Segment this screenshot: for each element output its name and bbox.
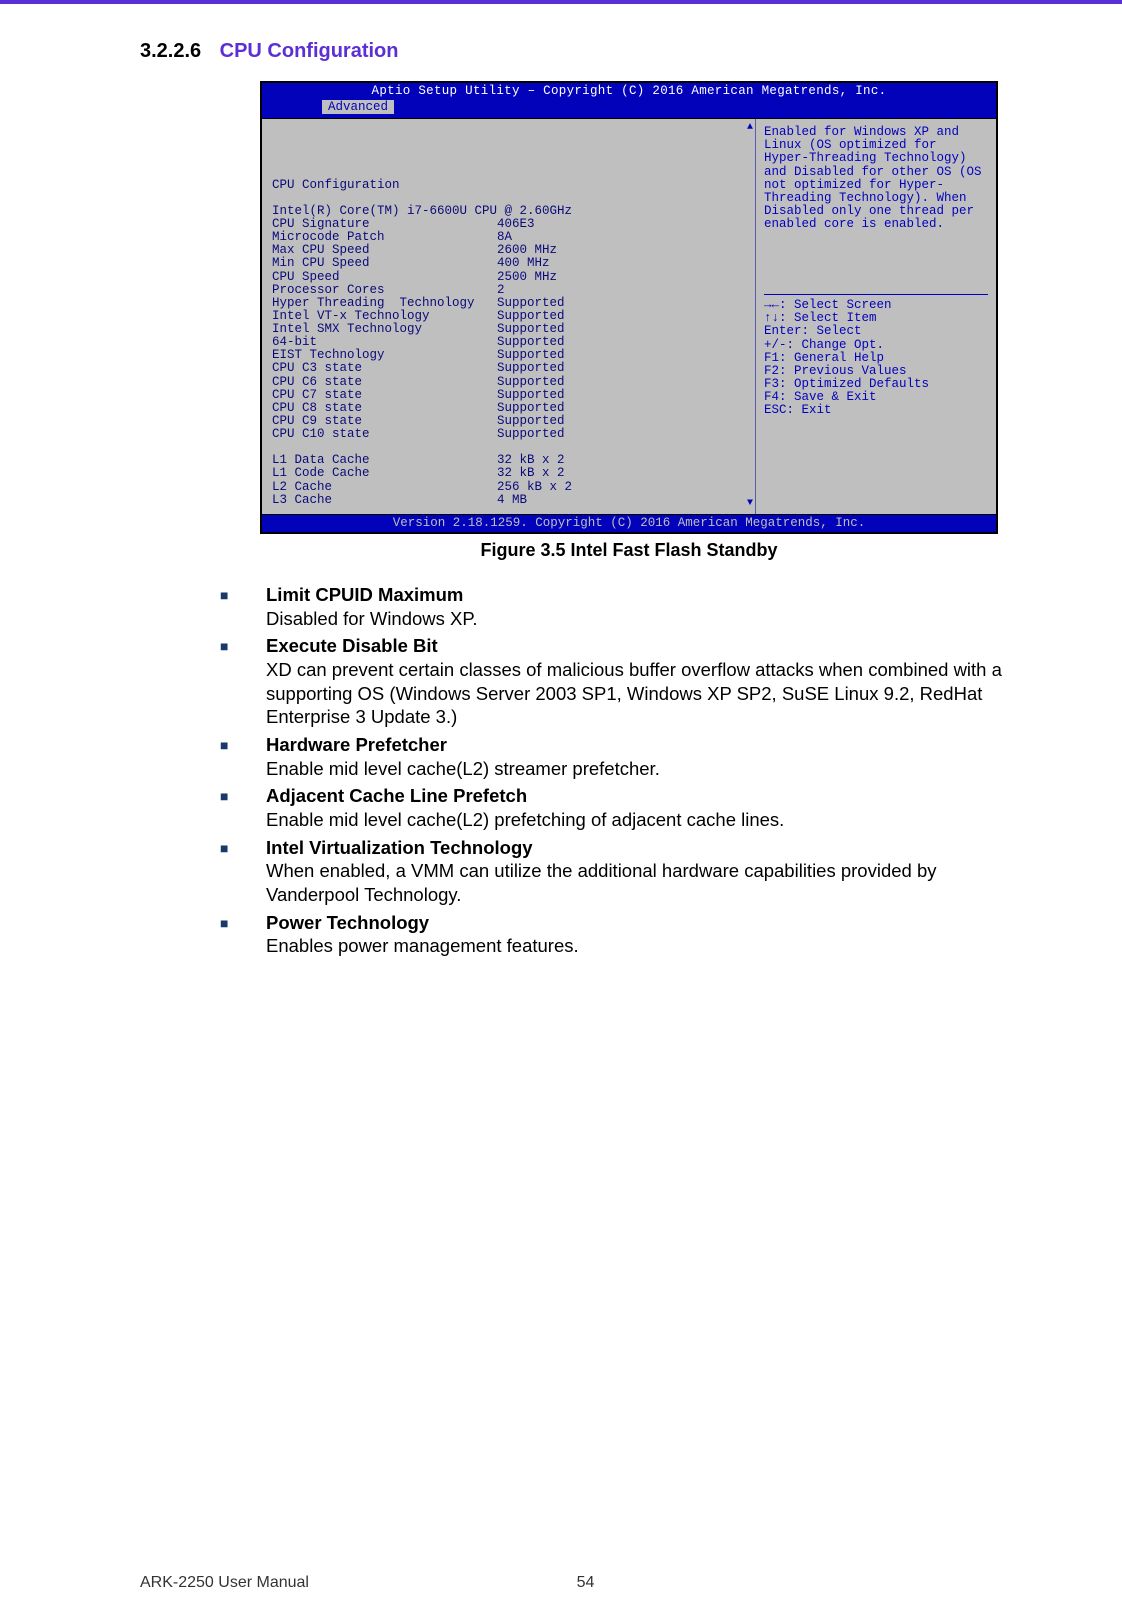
option-item: ■Power TechnologyEnables power managemen…: [220, 911, 1002, 958]
bios-key-legend: →←: Select Screen ↑↓: Select Item Enter:…: [764, 299, 988, 417]
option-description: Enable mid level cache(L2) prefetching o…: [266, 808, 1002, 832]
section-title: CPU Configuration: [220, 40, 399, 62]
bullet-icon: ■: [220, 733, 266, 780]
option-body: Adjacent Cache Line PrefetchEnable mid l…: [266, 784, 1002, 831]
option-item: ■Hardware PrefetcherEnable mid level cac…: [220, 733, 1002, 780]
scroll-up-icon: ▲: [747, 123, 753, 134]
bullet-icon: ■: [220, 911, 266, 958]
option-body: Power TechnologyEnables power management…: [266, 911, 1002, 958]
option-description: XD can prevent certain classes of malici…: [266, 658, 1002, 729]
bios-tab-advanced: Advanced: [322, 100, 394, 114]
bios-help-text: Enabled for Windows XP and Linux (OS opt…: [764, 126, 988, 266]
option-description: Disabled for Windows XP.: [266, 607, 1002, 631]
section-heading: 3.2.2.6 CPU Configuration: [140, 40, 1002, 63]
footer-page-number: 54: [169, 1574, 1002, 1592]
option-body: Limit CPUID MaximumDisabled for Windows …: [266, 583, 1002, 630]
option-item: ■Adjacent Cache Line PrefetchEnable mid …: [220, 784, 1002, 831]
bios-left-panel: ▲ ▼ CPU Configuration Intel(R) Core(TM) …: [262, 119, 756, 514]
option-title: Power Technology: [266, 911, 1002, 935]
option-item: ■Intel Virtualization TechnologyWhen ena…: [220, 836, 1002, 907]
scroll-down-icon: ▼: [747, 499, 753, 510]
page-footer: ARK-2250 User Manual 54: [140, 1574, 1002, 1592]
option-description: When enabled, a VMM can utilize the addi…: [266, 859, 1002, 906]
option-item: ■Limit CPUID MaximumDisabled for Windows…: [220, 583, 1002, 630]
bullet-icon: ■: [220, 836, 266, 907]
option-item: ■Execute Disable BitXD can prevent certa…: [220, 634, 1002, 729]
bios-body: ▲ ▼ CPU Configuration Intel(R) Core(TM) …: [262, 118, 996, 515]
bios-tab-row: Advanced: [262, 100, 996, 118]
bios-left-text: CPU Configuration Intel(R) Core(TM) i7-6…: [272, 179, 745, 507]
option-title: Intel Virtualization Technology: [266, 836, 1002, 860]
figure-caption: Figure 3.5 Intel Fast Flash Standby: [260, 540, 998, 561]
section-number: 3.2.2.6: [140, 40, 201, 62]
option-title: Limit CPUID Maximum: [266, 583, 1002, 607]
bios-footer: Version 2.18.1259. Copyright (C) 2016 Am…: [262, 515, 996, 532]
manual-page: 3.2.2.6 CPU Configuration Aptio Setup Ut…: [0, 0, 1122, 1624]
bios-divider: [764, 294, 988, 295]
option-list: ■Limit CPUID MaximumDisabled for Windows…: [220, 583, 1002, 958]
bullet-icon: ■: [220, 784, 266, 831]
bios-titlebar: Aptio Setup Utility – Copyright (C) 2016…: [262, 83, 996, 100]
bullet-icon: ■: [220, 634, 266, 729]
option-body: Intel Virtualization TechnologyWhen enab…: [266, 836, 1002, 907]
option-body: Hardware PrefetcherEnable mid level cach…: [266, 733, 1002, 780]
option-title: Adjacent Cache Line Prefetch: [266, 784, 1002, 808]
option-body: Execute Disable BitXD can prevent certai…: [266, 634, 1002, 729]
option-description: Enable mid level cache(L2) streamer pref…: [266, 757, 1002, 781]
option-title: Execute Disable Bit: [266, 634, 1002, 658]
bios-right-panel: Enabled for Windows XP and Linux (OS opt…: [756, 119, 996, 514]
option-title: Hardware Prefetcher: [266, 733, 1002, 757]
option-description: Enables power management features.: [266, 934, 1002, 958]
bios-screenshot: Aptio Setup Utility – Copyright (C) 2016…: [260, 81, 998, 534]
bullet-icon: ■: [220, 583, 266, 630]
